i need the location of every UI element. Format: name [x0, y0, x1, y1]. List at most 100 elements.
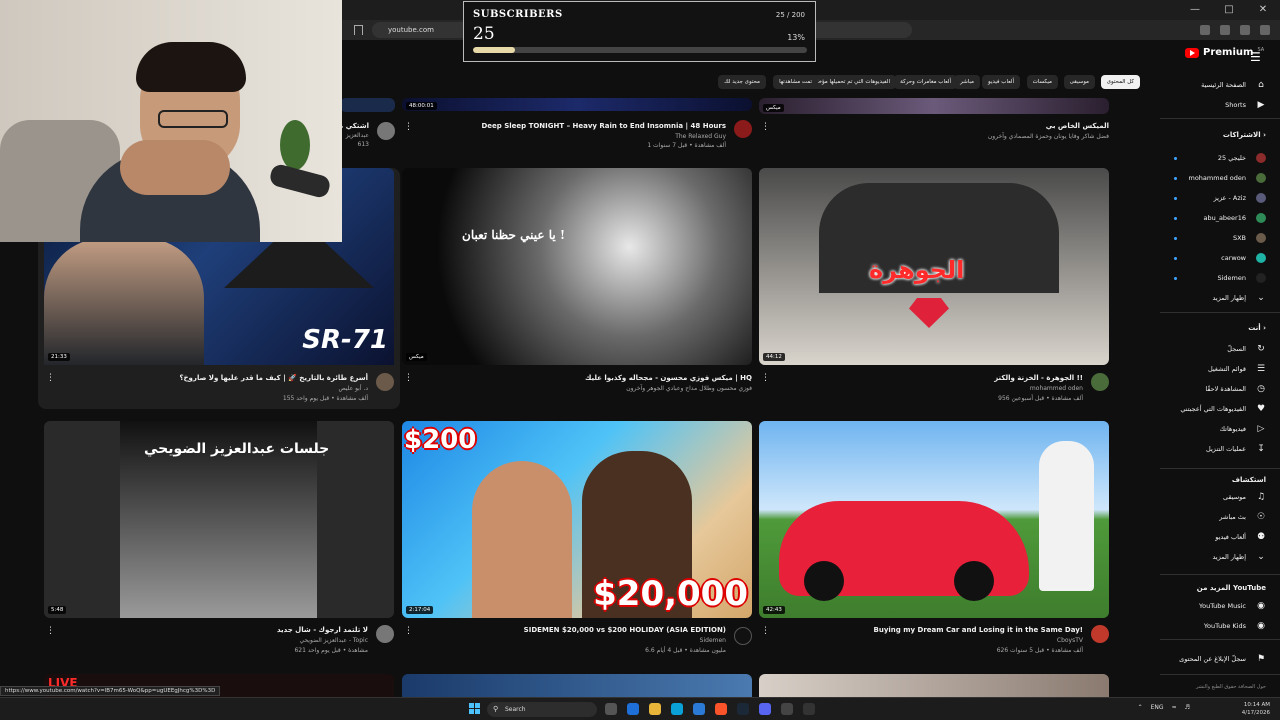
channel-avatar[interactable]	[376, 373, 394, 391]
filter-chip[interactable]: تمت مشاهدتها	[773, 75, 818, 89]
sidebar-subscription[interactable]: carwow	[1221, 250, 1266, 266]
sidebar-item[interactable]: عمليات التنزيل ↧	[1206, 441, 1266, 457]
filter-chip[interactable]: كل المحتوى	[1100, 75, 1140, 89]
more-options-icon[interactable]: ⋮	[761, 122, 770, 132]
store-icon[interactable]	[693, 703, 705, 715]
video-channel[interactable]: فضل شاكر وفايا يونان وحمزة المصمادي وآخر…	[988, 133, 1109, 140]
video-card-top-3[interactable]: ميكس ⋮ الميكس الخاص بي فضل شاكر وفايا يو…	[759, 98, 1109, 158]
more-options-icon[interactable]: ⋮	[404, 626, 413, 636]
video-title[interactable]: Buying my Dream Car and Losing it in the…	[874, 626, 1083, 634]
bookmark-icon[interactable]	[354, 25, 363, 35]
sidebar-item[interactable]: YouTube Kids ◉	[1204, 618, 1266, 634]
sidebar-subscription[interactable]: عزيز - Aziz	[1214, 190, 1266, 206]
video-card[interactable]: الجوهرة 44:12 ⋮ الجوهرة - الخزنة والكنز …	[759, 168, 1109, 408]
sidebar-item[interactable]: موسيقى ♫	[1223, 489, 1266, 505]
file-explorer-icon[interactable]	[649, 703, 661, 715]
sidebar-heading-you[interactable]: أنت ›	[1248, 324, 1266, 332]
video-channel[interactable]: mohammed oden	[1030, 385, 1083, 392]
video-thumbnail[interactable]: الجوهرة 44:12	[759, 168, 1109, 365]
app-icon[interactable]	[781, 703, 793, 715]
edge-icon[interactable]	[671, 703, 683, 715]
video-channel[interactable]: فوزي محسون وطلال مداح وعبادي الجوهر وآخر…	[626, 385, 752, 392]
maximize-icon[interactable]: □	[1212, 0, 1246, 20]
channel-avatar[interactable]	[1091, 373, 1109, 391]
filter-chip[interactable]: محتوى جديد لك	[718, 75, 766, 89]
brave-browser-icon[interactable]	[715, 703, 727, 715]
video-card-top-2[interactable]: 48:00:01 ⋮ Deep Sleep TONIGHT – Heavy Ra…	[402, 98, 752, 158]
channel-avatar[interactable]	[377, 122, 395, 140]
channel-avatar[interactable]	[376, 625, 394, 643]
video-thumbnail[interactable]: ميكس	[759, 98, 1109, 114]
task-view-icon[interactable]	[605, 703, 617, 715]
taskbar-clock[interactable]: 10:14 AM 4/17/2026	[1242, 701, 1270, 717]
video-title[interactable]: Deep Sleep TONIGHT – Heavy Rain to End I…	[481, 122, 726, 130]
sidebar-subscription[interactable]: abu_abeer16	[1203, 210, 1266, 226]
extension-icon[interactable]	[1200, 25, 1210, 35]
filter-chip[interactable]: ألعاب فيديو	[981, 75, 1020, 89]
wifi-icon[interactable]: ≈	[1172, 704, 1177, 711]
sidebar-item[interactable]: إظهار المزيد ⌄	[1212, 549, 1266, 565]
video-thumbnail[interactable]: 42:43	[759, 421, 1109, 618]
more-options-icon[interactable]: ⋮	[404, 373, 413, 383]
taskbar-search[interactable]: ⚲ Search	[487, 702, 597, 717]
language-indicator[interactable]: ENG	[1151, 704, 1164, 711]
sidebar-item[interactable]: فيديوهاتك ▷	[1220, 421, 1266, 437]
channel-avatar[interactable]	[734, 120, 752, 138]
video-thumbnail[interactable]: جلسات عبدالعزيز الضويحي 5:48	[44, 421, 394, 618]
video-thumbnail[interactable]	[759, 674, 1109, 697]
more-options-icon[interactable]: ⋮	[46, 373, 55, 383]
filter-chip[interactable]: موسيقى	[1063, 75, 1095, 89]
steam-icon[interactable]	[737, 703, 749, 715]
video-title[interactable]: لا تلتمد ارجوك - شال جديد	[277, 626, 368, 634]
sidebar-item[interactable]: YouTube Music ◉	[1199, 598, 1266, 614]
sidebar-show-more[interactable]: إظهار المزيد ⌄	[1212, 290, 1266, 306]
video-title[interactable]: الجوهرة - الخزنة والكنز !!	[994, 374, 1083, 382]
obs-icon[interactable]	[803, 703, 815, 715]
tray-chevron-icon[interactable]: ⌃	[1138, 704, 1143, 711]
video-card[interactable]: جلسات عبدالعزيز الضويحي 5:48 ⋮ لا تلتمد …	[44, 421, 394, 661]
filter-chip[interactable]: ألعاب مغامرات وحركة	[894, 75, 957, 89]
video-thumbnail[interactable]: يا عيني حظنا تعبان ! ميكس	[402, 168, 752, 365]
close-icon[interactable]: ✕	[1246, 0, 1280, 20]
video-channel[interactable]: Sidemen	[700, 637, 726, 644]
volume-icon[interactable]: ♬	[1185, 704, 1190, 711]
video-channel[interactable]: عبدالعزيز الضويحي - Topic	[299, 637, 368, 644]
discord-icon[interactable]	[759, 703, 771, 715]
extension-icon[interactable]	[1260, 25, 1270, 35]
filter-chip[interactable]: الفيديوهات التي تم تحميلها مؤخرًا	[808, 75, 896, 89]
sidebar-item[interactable]: بث مباشر ☉	[1219, 509, 1266, 525]
filter-chip[interactable]: مباشر	[954, 75, 980, 89]
sidebar-item[interactable]: ألعاب فيديو ⚉	[1215, 529, 1266, 545]
video-thumbnail[interactable]: 48:00:01	[402, 98, 752, 111]
video-title[interactable]: SIDEMEN $20,000 vs $200 HOLIDAY (ASIA ED…	[524, 626, 726, 634]
video-card[interactable]: 42:43 ⋮ Buying my Dream Car and Losing i…	[759, 421, 1109, 661]
sidebar-subscription[interactable]: خليجي 25	[1218, 150, 1266, 166]
video-card[interactable]: $200 $20,000 2:17:04 ⋮ SIDEMEN $20,000 v…	[402, 421, 752, 661]
video-title[interactable]: ميكس فوزي محسون - مجحاله وكذبوا عليك | H…	[585, 374, 752, 382]
video-thumbnail[interactable]: $200 $20,000 2:17:04	[402, 421, 752, 618]
more-options-icon[interactable]: ⋮	[761, 373, 770, 383]
video-title[interactable]: الميكس الخاص بي	[1046, 122, 1109, 130]
more-options-icon[interactable]: ⋮	[404, 122, 413, 132]
sidebar-item-report[interactable]: سجلّ الإبلاغ عن المحتوى ⚑	[1179, 651, 1266, 667]
sidebar-item[interactable]: قوائم التشغيل ☰	[1208, 361, 1266, 377]
sidebar-item[interactable]: الفيديوهات التي أعجبتني ♥	[1180, 401, 1266, 417]
video-channel[interactable]: عبدالعزيز	[346, 132, 369, 139]
video-thumbnail[interactable]	[402, 674, 752, 697]
video-channel[interactable]: د. أبو عليص	[338, 385, 368, 392]
video-thumbnail[interactable]	[340, 98, 395, 112]
more-options-icon[interactable]: ⋮	[761, 626, 770, 636]
extension-icon[interactable]	[1240, 25, 1250, 35]
sidebar-item-shorts[interactable]: Shorts ▶	[1225, 97, 1266, 113]
sidebar-heading-subscriptions[interactable]: الاشتراكات ›	[1223, 131, 1266, 139]
sidebar-footer-links[interactable]: حول الصحافة حقوق الطبع والنشر	[1196, 684, 1266, 690]
channel-avatar[interactable]	[1091, 625, 1109, 643]
video-channel[interactable]: CboysTV	[1057, 637, 1083, 644]
hamburger-menu-icon[interactable]: ☰	[1250, 50, 1261, 64]
extension-icon[interactable]	[1220, 25, 1230, 35]
filter-chip[interactable]: ميكسات	[1026, 75, 1058, 89]
minimize-icon[interactable]: —	[1178, 0, 1212, 20]
more-options-icon[interactable]: ⋮	[46, 626, 55, 636]
sidebar-subscription[interactable]: SXB	[1233, 230, 1266, 246]
channel-avatar[interactable]	[734, 627, 752, 645]
